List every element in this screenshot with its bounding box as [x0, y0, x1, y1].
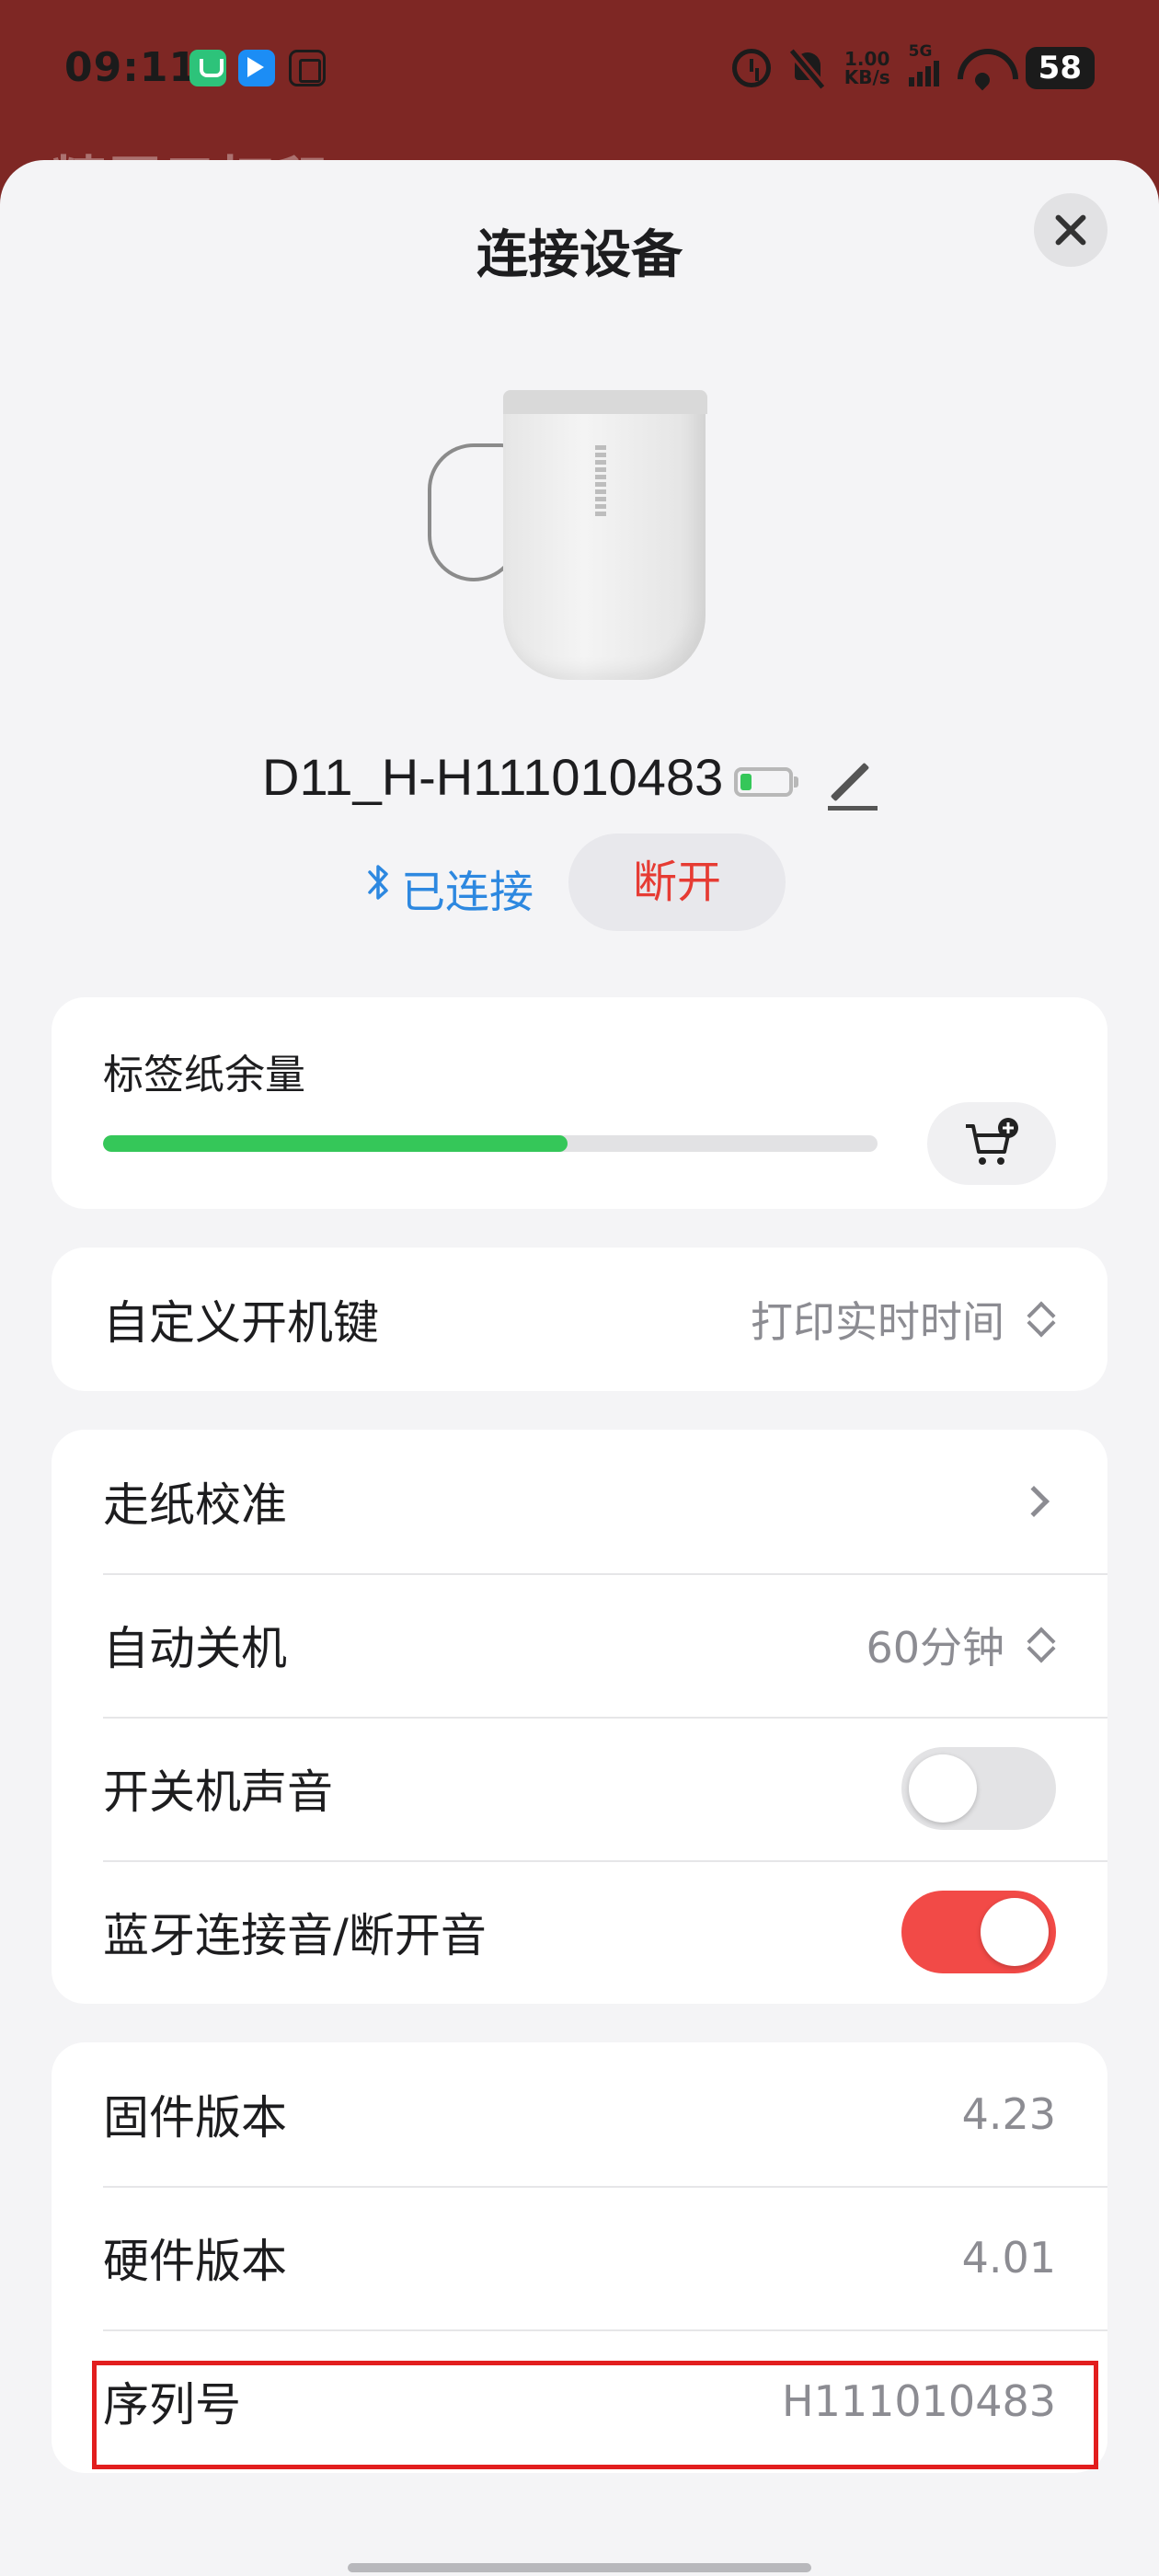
connection-row: 已连接 断开 [0, 834, 1159, 931]
status-indicators: 1.00 KB/s 5G 58 [731, 40, 1095, 96]
paper-calibration-label: 走纸校准 [103, 1478, 287, 1532]
chevron-right-icon [1018, 1486, 1050, 1517]
auto-shutdown-label: 自动关机 [103, 1622, 287, 1675]
printer-image [428, 390, 722, 703]
device-name-row: D11_H-H111010483 [0, 743, 1159, 817]
serial-highlight-box [92, 2361, 1098, 2469]
firmware-row: 固件版本 4.23 [52, 2042, 1107, 2186]
bluetooth-icon [366, 859, 392, 905]
connection-status: 已连接 [401, 867, 534, 918]
network-speed-unit: KB/s [843, 66, 890, 88]
mi-home-icon [189, 50, 226, 86]
mute-icon [789, 49, 826, 87]
auto-shutdown-value: 60分钟 [866, 1623, 1004, 1673]
network-speed-value: 1.00 [844, 48, 890, 70]
hardware-label: 硬件版本 [103, 2235, 287, 2288]
firmware-label: 固件版本 [103, 2091, 287, 2145]
network-speed: 1.00 KB/s [844, 50, 890, 86]
up-down-icon [1023, 1622, 1056, 1668]
cellular-signal-icon: 5G [908, 42, 939, 86]
network-type: 5G [908, 42, 933, 61]
power-key-card: 自定义开机键 打印实时时间 [52, 1248, 1107, 1391]
paper-remaining-card: 标签纸余量 [52, 997, 1107, 1209]
bt-sound-label: 蓝牙连接音/断开音 [103, 1909, 487, 1962]
power-sound-label: 开关机声音 [103, 1765, 333, 1819]
document-app-icon [289, 50, 326, 86]
alarm-icon [731, 49, 771, 87]
battery-indicator: 58 [1025, 47, 1095, 89]
cart-add-icon [966, 1118, 1018, 1165]
bt-sound-row: 蓝牙连接音/断开音 [52, 1860, 1107, 2004]
sheet-title: 连接设备 [476, 225, 683, 285]
settings-card: 走纸校准 自动关机 60分钟 开关机声音 蓝牙连接音/断开音 [52, 1430, 1107, 2004]
paper-calibration-row[interactable]: 走纸校准 [52, 1430, 1107, 1573]
home-indicator[interactable] [348, 2563, 811, 2572]
up-down-icon [1023, 1296, 1056, 1342]
connect-device-sheet: 连接设备 D11_H-H111010483 已连接 断开 标签纸余量 自定义开机… [0, 160, 1159, 2576]
power-key-value: 打印实时时间 [751, 1297, 1004, 1347]
feishu-icon [238, 50, 275, 86]
firmware-value: 4.23 [961, 2089, 1056, 2139]
power-sound-row: 开关机声音 [52, 1717, 1107, 1860]
paper-remaining-bar [103, 1135, 878, 1152]
power-sound-toggle[interactable] [901, 1747, 1056, 1830]
power-key-label: 自定义开机键 [103, 1296, 379, 1350]
hardware-value: 4.01 [961, 2233, 1056, 2283]
hardware-row: 硬件版本 4.01 [52, 2186, 1107, 2329]
auto-shutdown-row[interactable]: 自动关机 60分钟 [52, 1573, 1107, 1717]
close-button[interactable] [1034, 193, 1107, 267]
device-battery-icon [734, 767, 798, 797]
paper-remaining-label: 标签纸余量 [103, 1052, 305, 1098]
power-key-row[interactable]: 自定义开机键 打印实时时间 [52, 1248, 1107, 1391]
disconnect-button[interactable]: 断开 [568, 834, 786, 931]
buy-paper-button[interactable] [927, 1102, 1056, 1185]
wifi-icon [958, 49, 1007, 87]
bt-sound-toggle[interactable] [901, 1891, 1056, 1973]
status-bar: 09:11 1.00 KB/s 5G 58 [0, 0, 1159, 138]
device-name: D11_H-H111010483 [262, 748, 724, 806]
edit-name-icon[interactable] [824, 756, 881, 813]
status-time: 09:11 [64, 44, 199, 91]
